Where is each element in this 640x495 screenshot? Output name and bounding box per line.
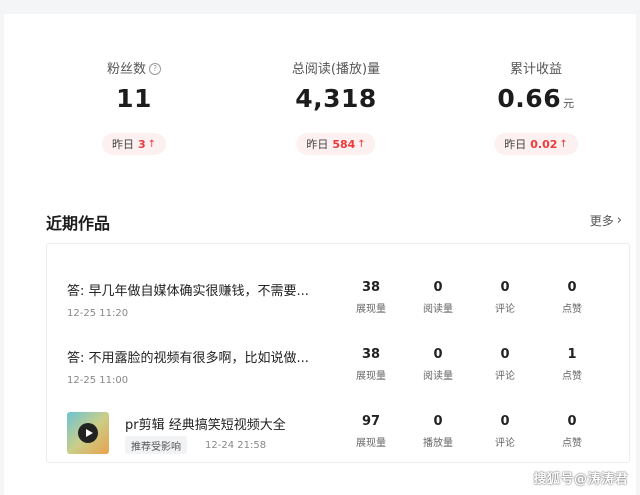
metric-reads: 0 阅读量 xyxy=(408,347,468,382)
stat-reads-label: 总阅读(播放)量 xyxy=(291,62,381,77)
more-label: 更多 xyxy=(589,214,614,228)
stat-earnings-value: 0.66 xyxy=(497,84,562,113)
work-row[interactable]: 答: 不用露脸的视频有很多啊，比如说做... 12-25 11:00 38 展现… xyxy=(47,333,629,399)
more-link[interactable]: 更多 › xyxy=(590,212,622,229)
metric-value: 0 xyxy=(567,414,577,429)
metric-reads: 0 阅读量 xyxy=(408,280,468,315)
metric-label: 评论 xyxy=(495,438,515,449)
stat-earnings-value-row: 0.66 元 xyxy=(436,84,636,113)
stat-fans-label-row: 粉丝数? xyxy=(34,58,234,77)
metric-label: 评论 xyxy=(495,304,515,315)
metric-value: 0 xyxy=(500,347,510,362)
video-thumbnail[interactable] xyxy=(67,412,109,454)
work-title[interactable]: 答: 不用露脸的视频有很多啊，比如说做... xyxy=(67,347,309,366)
metric-label: 点赞 xyxy=(562,438,582,449)
metric-label: 展现量 xyxy=(356,438,386,449)
metric-likes: 1 点赞 xyxy=(542,347,602,382)
arrow-up-icon: ↑ xyxy=(559,138,568,150)
stat-reads-yesterday-badge: 昨日 584 ↑ xyxy=(296,133,376,155)
chevron-right-icon: › xyxy=(616,213,622,228)
stat-reads-delta: 584 xyxy=(332,137,356,151)
yesterday-label: 昨日 xyxy=(504,138,527,151)
stat-fans-value: 11 xyxy=(116,84,152,113)
work-date: 12-24 21:58 xyxy=(205,440,267,451)
stat-reads-value: 4,318 xyxy=(295,84,377,113)
metric-comments: 0 评论 xyxy=(475,280,535,315)
work-title[interactable]: 答: 早几年做自媒体确实很赚钱，不需要... xyxy=(67,280,309,299)
metric-label: 阅读量 xyxy=(423,304,453,315)
stat-earnings-yesterday-badge: 昨日 0.02 ↑ xyxy=(494,133,578,155)
metric-impressions: 97 展现量 xyxy=(341,414,401,449)
metric-value: 38 xyxy=(361,280,381,295)
metric-value: 0 xyxy=(433,280,443,295)
metric-value: 0 xyxy=(433,347,443,362)
metric-comments: 0 评论 xyxy=(475,414,535,449)
metric-likes: 0 点赞 xyxy=(542,414,602,449)
yesterday-label: 昨日 xyxy=(306,138,329,151)
metric-value: 0 xyxy=(433,414,443,429)
metric-label: 点赞 xyxy=(562,304,582,315)
metric-label: 播放量 xyxy=(423,438,453,449)
stat-earnings-unit: 元 xyxy=(563,97,575,110)
section-title: 近期作品 xyxy=(46,214,111,233)
yesterday-label: 昨日 xyxy=(111,138,134,151)
stat-fans-label: 粉丝数 xyxy=(106,62,146,77)
metric-impressions: 38 展现量 xyxy=(341,280,401,315)
stat-fans-yesterday-badge: 昨日 3 ↑ xyxy=(101,133,167,155)
metric-value: 0 xyxy=(567,280,577,295)
work-title[interactable]: pr剪辑 经典搞笑短视频大全 xyxy=(125,414,286,433)
arrow-up-icon: ↑ xyxy=(357,138,366,150)
work-date: 12-25 11:20 xyxy=(67,308,129,319)
watermark: 搜狐号@涛涛君 xyxy=(533,472,628,487)
work-date: 12-25 11:00 xyxy=(67,375,129,386)
work-row[interactable]: 答: 早几年做自媒体确实很赚钱，不需要... 12-25 11:20 38 展现… xyxy=(47,266,629,332)
metric-impressions: 38 展现量 xyxy=(341,347,401,382)
metric-likes: 0 点赞 xyxy=(542,280,602,315)
recommendation-affected-tag[interactable]: 推荐受影响 xyxy=(125,436,187,454)
metric-label: 点赞 xyxy=(562,371,582,382)
metric-value: 1 xyxy=(567,347,577,362)
stat-earnings-delta: 0.02 xyxy=(530,137,558,151)
stat-fans-delta: 3 xyxy=(137,137,146,151)
metric-label: 展现量 xyxy=(356,371,386,382)
metric-comments: 0 评论 xyxy=(475,347,535,382)
help-icon[interactable]: ? xyxy=(149,63,161,75)
metric-label: 评论 xyxy=(495,371,515,382)
metric-label: 展现量 xyxy=(356,304,386,315)
metric-value: 0 xyxy=(500,280,510,295)
dashboard-card: 粉丝数? 11 昨日 3 ↑ 总阅读(播放)量 4,318 昨日 584 ↑ 累… xyxy=(4,14,636,495)
metric-value: 0 xyxy=(500,414,510,429)
metric-plays: 0 播放量 xyxy=(408,414,468,449)
arrow-up-icon: ↑ xyxy=(147,138,157,150)
play-icon xyxy=(78,423,98,443)
metric-value: 97 xyxy=(361,414,381,429)
stat-earnings-label: 累计收益 xyxy=(509,62,562,77)
metric-value: 38 xyxy=(361,347,381,362)
metric-label: 阅读量 xyxy=(423,371,453,382)
works-list: 答: 早几年做自媒体确实很赚钱，不需要... 12-25 11:20 38 展现… xyxy=(46,243,630,463)
